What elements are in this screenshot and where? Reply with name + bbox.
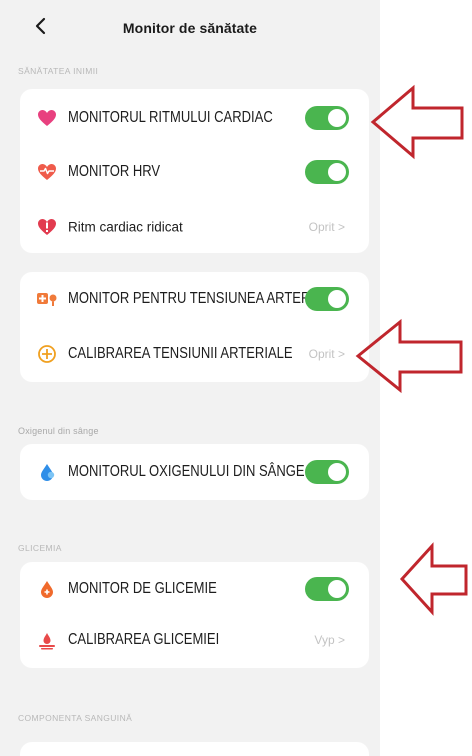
blood-oxygen-monitor-label: MONITORUL OXIGENULUI DIN SÂNGE — [68, 463, 305, 480]
glucose-card: MONITOR DE GLICEMIE CALIBRAREA GLICEMIEI… — [20, 562, 369, 668]
row-glucose-monitor[interactable]: MONITOR DE GLICEMIE — [20, 567, 369, 611]
blood-pressure-calibration-status: Oprit > — [308, 347, 345, 361]
blood-pressure-monitor-toggle[interactable] — [305, 287, 349, 311]
row-blood-pressure-monitor[interactable]: MONITOR PENTRU TENSIUNEA ARTERIALĂ — [20, 277, 369, 321]
calibrate-icon — [36, 343, 58, 365]
toggle-knob — [328, 290, 346, 308]
row-heart-rate-monitor[interactable]: MONITORUL RITMULUI CARDIAC — [20, 96, 369, 140]
section-label-oxygen: Oxigenul din sânge — [18, 426, 99, 436]
drop-icon — [36, 461, 58, 483]
blood-oxygen-monitor-toggle[interactable] — [305, 460, 349, 484]
high-heart-rate-status: Oprit > — [308, 220, 345, 234]
row-blood-pressure-calibration[interactable]: CALIBRAREA TENSIUNII ARTERIALE Oprit > — [20, 332, 369, 376]
blood-pressure-calibration-label: CALIBRAREA TENSIUNII ARTERIALE — [68, 345, 293, 362]
glucose-calibration-label: CALIBRAREA GLICEMIEI — [68, 631, 220, 648]
blood-pressure-monitor-label: MONITOR PENTRU TENSIUNEA ARTERIALĂ — [68, 290, 339, 307]
glucose-drop-icon — [36, 578, 58, 600]
hrv-monitor-label: MONITOR HRV — [68, 163, 161, 180]
blood-components-card — [20, 742, 369, 756]
toggle-knob — [328, 109, 346, 127]
glucose-monitor-toggle[interactable] — [305, 577, 349, 601]
hrv-monitor-toggle[interactable] — [305, 160, 349, 184]
glucose-calibration-status: Vyp > — [314, 633, 345, 647]
high-heart-rate-label: Ritm cardiac ridicat — [68, 219, 183, 235]
section-label-blood-components: COMPONENTA SANGUINĂ — [18, 713, 133, 723]
oxygen-card: MONITORUL OXIGENULUI DIN SÂNGE — [20, 444, 369, 500]
toggle-knob — [328, 163, 346, 181]
section-label-heart: SĂNĂTATEA INIMII — [18, 66, 99, 76]
annotation-arrow-icon — [370, 84, 464, 160]
row-glucose-calibration[interactable]: CALIBRAREA GLICEMIEI Vyp > — [20, 618, 369, 662]
toggle-knob — [328, 463, 346, 481]
row-blood-oxygen-monitor[interactable]: MONITORUL OXIGENULUI DIN SÂNGE — [20, 450, 369, 494]
row-hrv-monitor[interactable]: MONITOR HRV — [20, 150, 369, 194]
heart-card: MONITORUL RITMULUI CARDIAC MONITOR HRV R… — [20, 89, 369, 253]
heart-alert-icon — [36, 216, 58, 238]
annotation-arrow-icon — [355, 318, 463, 394]
toggle-knob — [328, 580, 346, 598]
header: Monitor de sănătate — [0, 0, 380, 58]
glucose-monitor-label: MONITOR DE GLICEMIE — [68, 580, 217, 597]
blood-pressure-card: MONITOR PENTRU TENSIUNEA ARTERIALĂ CALIB… — [20, 272, 369, 382]
heart-rate-monitor-toggle[interactable] — [305, 106, 349, 130]
phone-screen: Monitor de sănătate SĂNĂTATEA INIMII MON… — [0, 0, 380, 756]
heart-pulse-icon — [36, 161, 58, 183]
heart-icon — [36, 107, 58, 129]
page-title: Monitor de sănătate — [122, 20, 258, 36]
row-high-heart-rate[interactable]: Ritm cardiac ridicat Oprit > — [20, 205, 369, 249]
heart-rate-monitor-label: MONITORUL RITMULUI CARDIAC — [68, 109, 273, 126]
blood-pressure-icon — [36, 288, 58, 310]
section-label-glucose: GLICEMIA — [18, 543, 62, 553]
glucose-calibrate-icon — [36, 629, 58, 651]
annotation-arrow-icon — [399, 542, 468, 616]
